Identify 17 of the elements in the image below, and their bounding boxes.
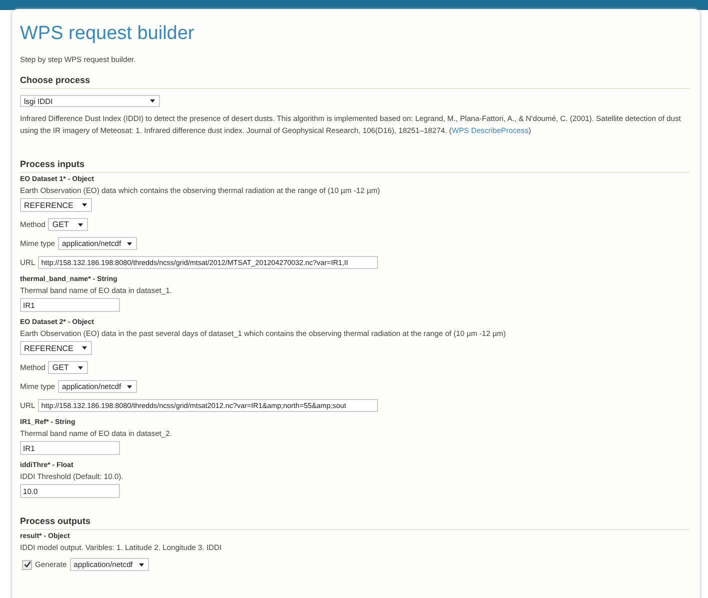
caret-icon xyxy=(78,366,84,370)
generate-checkbox[interactable] xyxy=(22,560,32,570)
section-heading: Process outputs xyxy=(20,516,690,530)
page-title: WPS request builder xyxy=(20,23,196,45)
section-heading: Process inputs xyxy=(20,159,690,173)
caret-icon xyxy=(138,562,144,566)
caret-icon xyxy=(150,99,155,103)
input-mode-select[interactable]: REFERENCE xyxy=(20,198,92,212)
caret-icon xyxy=(82,346,87,350)
caret-icon xyxy=(127,242,132,246)
section-heading: Choose process xyxy=(20,75,690,89)
method-select[interactable]: GET xyxy=(48,361,88,374)
input-mode-select[interactable]: REFERENCE xyxy=(20,341,92,355)
caret-icon xyxy=(127,384,132,388)
caret-icon xyxy=(78,222,84,226)
method-select[interactable]: GET xyxy=(48,218,88,231)
caret-icon xyxy=(82,203,87,207)
